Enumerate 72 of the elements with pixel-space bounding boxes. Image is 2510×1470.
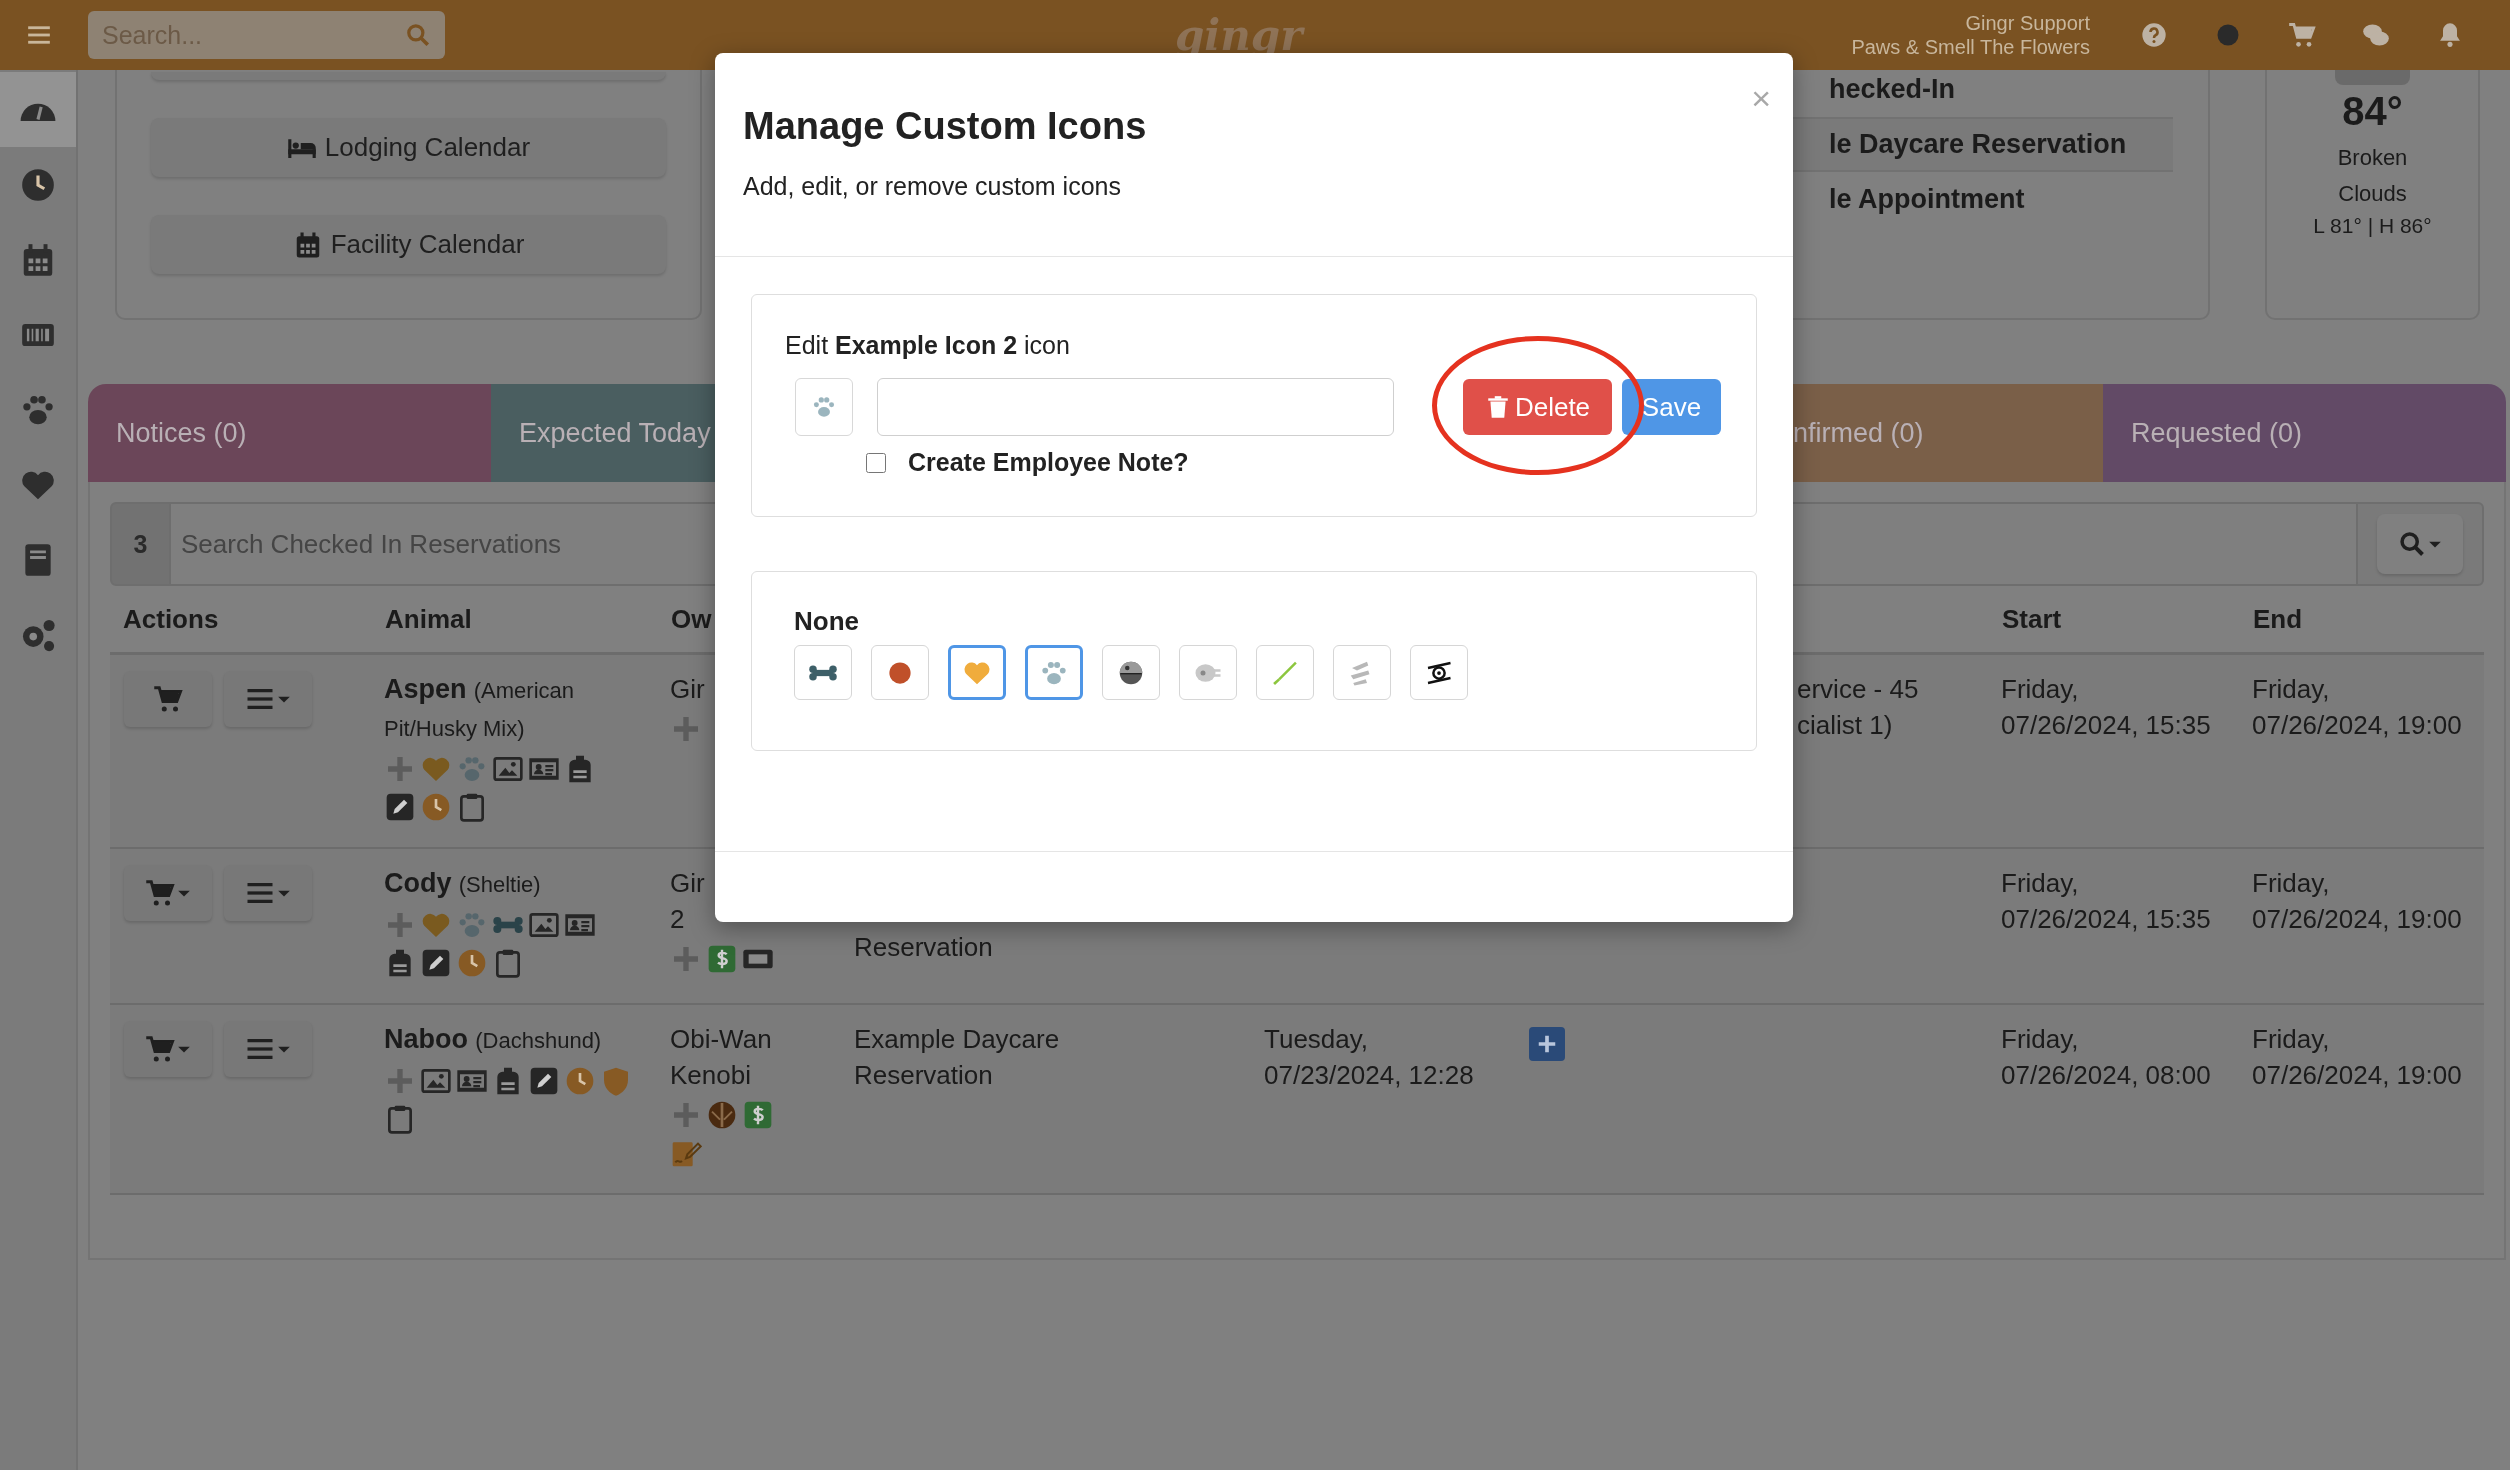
plus-icon xyxy=(1536,1033,1558,1055)
search-icon xyxy=(405,22,431,48)
cart-button[interactable] xyxy=(124,1021,212,1077)
icon-tile[interactable] xyxy=(948,645,1006,700)
calendar-link-button[interactable]: Lodging Calendar xyxy=(151,118,666,177)
animal-label[interactable]: Cody (Sheltie) xyxy=(384,865,646,903)
cart-button[interactable] xyxy=(124,865,212,921)
save-button[interactable]: Save xyxy=(1622,379,1721,435)
column-header: Ow xyxy=(671,603,712,635)
paw-icon xyxy=(811,394,837,420)
add-button[interactable] xyxy=(1529,1027,1565,1061)
emblem-icon xyxy=(706,1099,738,1131)
options-button[interactable] xyxy=(224,865,312,921)
cart-icon xyxy=(145,878,175,908)
location-name: Paws & Smell The Flowers xyxy=(1851,35,2090,59)
start-time: Friday, 07/26/2024, 08:00 xyxy=(2001,1023,2212,1092)
column-header: Animal xyxy=(385,603,472,635)
temperature: 84° xyxy=(2342,89,2403,134)
end-time: Friday, 07/26/2024, 19:00 xyxy=(2252,673,2463,742)
column-header: End xyxy=(2253,603,2303,635)
close-button[interactable]: × xyxy=(1751,81,1771,115)
banknote-icon xyxy=(706,943,738,975)
search-button[interactable] xyxy=(2377,514,2463,574)
sidebar-item[interactable] xyxy=(0,72,76,147)
service-name: ervice - 45 cialist 1) xyxy=(1796,673,1920,742)
icon-name-field[interactable] xyxy=(877,378,1394,436)
search-icon xyxy=(2398,530,2426,558)
pencil-icon xyxy=(384,791,416,823)
question-icon xyxy=(2140,21,2168,49)
pencil-icon xyxy=(420,947,452,979)
calendar-link-button[interactable]: Facility Calendar xyxy=(151,215,666,274)
clock-icon xyxy=(564,1065,596,1097)
icon-preview[interactable] xyxy=(795,378,853,436)
banknote-icon xyxy=(742,1099,774,1131)
dialog-subtitle: Add, edit, or remove custom icons xyxy=(743,172,1122,201)
column-header: Actions xyxy=(123,603,219,635)
clock-icon xyxy=(456,947,488,979)
checkbox[interactable] xyxy=(866,452,886,473)
editor-heading: Edit Example Icon 2 icon xyxy=(785,331,1071,360)
animal-label[interactable]: Aspen (American Pit/Husky Mix) xyxy=(384,671,646,747)
cart-button[interactable] xyxy=(124,671,212,727)
summary-item: hecked-In xyxy=(1829,74,1956,105)
pencil-icon xyxy=(528,1065,560,1097)
weather-condition: Broken Clouds xyxy=(2336,144,2409,208)
count-badge: 3 xyxy=(110,502,171,586)
icon-tile[interactable] xyxy=(1025,645,1083,700)
start-time: Friday, 07/26/2024, 15:35 xyxy=(2001,867,2212,936)
options-button[interactable] xyxy=(224,671,312,727)
user-name: Gingr Support xyxy=(1965,11,2090,35)
end-time: Friday, 07/26/2024, 19:00 xyxy=(2252,867,2463,936)
delete-button[interactable]: Delete xyxy=(1463,379,1612,435)
check-in-time: Tuesday, 07/23/2024, 12:28 xyxy=(1264,1023,1475,1092)
start-time: Friday, 07/26/2024, 15:35 xyxy=(2001,673,2212,742)
dialog-title: Manage Custom Icons xyxy=(743,105,1148,148)
owner-name[interactable]: Obi-Wan Kenobi xyxy=(670,1021,830,1093)
tab[interactable]: Requested (0) xyxy=(2103,384,2506,482)
service-name: Example Daycare Reservation xyxy=(854,1023,1061,1092)
temperature-range: L 81° | H 86° xyxy=(2313,214,2432,238)
clock-icon xyxy=(420,791,452,823)
cart-icon xyxy=(153,684,183,714)
group-title: None xyxy=(794,606,860,637)
tab[interactable]: Notices (0) xyxy=(88,384,491,482)
service-name: Reservation xyxy=(854,931,994,964)
summary-item: le Daycare Reservation xyxy=(1829,129,2127,160)
cart-icon xyxy=(145,1034,175,1064)
summary-item: le Appointment xyxy=(1829,184,2025,215)
end-time: Friday, 07/26/2024, 19:00 xyxy=(2252,1023,2463,1092)
options-button[interactable] xyxy=(224,1021,312,1077)
column-header: Start xyxy=(2002,603,2062,635)
animal-label[interactable]: Naboo (Dachshund) xyxy=(384,1021,646,1059)
cart-icon xyxy=(2288,21,2316,49)
checkbox-label: Create Employee Note? xyxy=(908,448,1189,477)
